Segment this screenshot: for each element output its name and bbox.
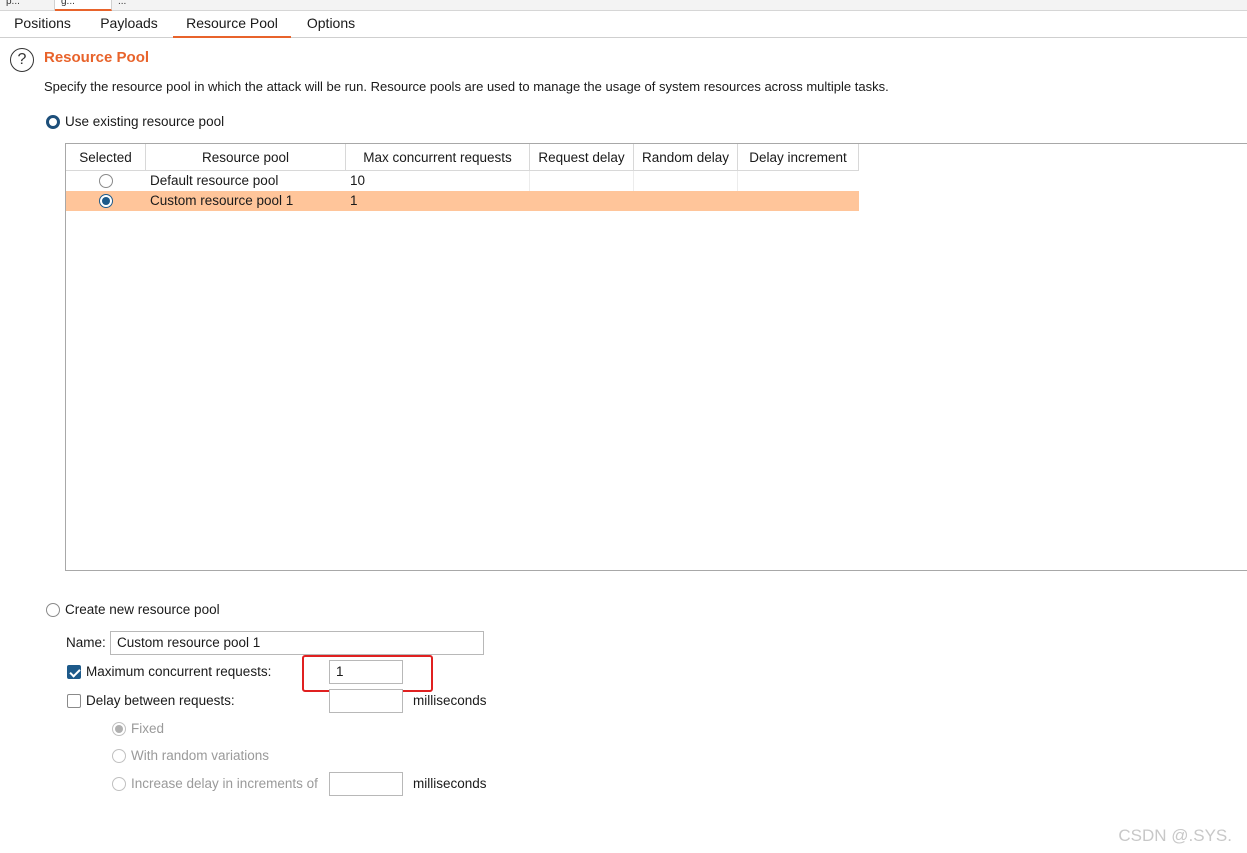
- tab-payloads[interactable]: Payloads: [88, 11, 170, 38]
- use-existing-label[interactable]: Use existing resource pool: [65, 114, 224, 129]
- random-variations-label[interactable]: With random variations: [131, 748, 269, 763]
- tab-options[interactable]: Options: [296, 11, 366, 38]
- cell-delay-increment: [738, 191, 859, 211]
- top-tab-strip: p... g... ...: [0, 0, 1247, 11]
- section-description: Specify the resource pool in which the a…: [44, 79, 889, 94]
- row-select-radio[interactable]: [99, 174, 113, 188]
- fixed-delay-label[interactable]: Fixed: [131, 721, 164, 736]
- tab-resource-pool[interactable]: Resource Pool: [173, 11, 291, 38]
- row-select-radio[interactable]: [99, 194, 113, 208]
- fixed-delay-radio[interactable]: [112, 722, 126, 736]
- table-header: Selected Resource pool Max concurrent re…: [66, 144, 859, 171]
- top-tab-1[interactable]: p...: [0, 0, 55, 11]
- max-concurrent-checkbox[interactable]: [67, 665, 81, 679]
- column-header-resource-pool[interactable]: Resource pool: [146, 144, 346, 170]
- table-row[interactable]: Default resource pool 10: [66, 171, 859, 191]
- cell-random-delay: [634, 191, 738, 211]
- increment-delay-unit: milliseconds: [413, 776, 487, 791]
- attack-tab-bar: Positions Payloads Resource Pool Options: [0, 11, 1247, 38]
- cell-request-delay: [530, 171, 634, 191]
- delay-between-checkbox[interactable]: [67, 694, 81, 708]
- random-variations-radio[interactable]: [112, 749, 126, 763]
- max-concurrent-label[interactable]: Maximum concurrent requests:: [86, 664, 271, 679]
- cell-resource-pool: Custom resource pool 1: [150, 193, 294, 208]
- column-header-max-concurrent[interactable]: Max concurrent requests: [346, 144, 530, 170]
- question-circle-icon[interactable]: ?: [10, 48, 34, 72]
- table-row[interactable]: Custom resource pool 1 1: [66, 191, 859, 211]
- tab-positions[interactable]: Positions: [4, 11, 81, 38]
- create-new-radio[interactable]: [46, 603, 60, 617]
- watermark-text: CSDN @.SYS.: [1118, 826, 1232, 845]
- highlight-box: [302, 655, 433, 692]
- cell-max-concurrent: 1: [350, 193, 358, 208]
- increment-delay-radio[interactable]: [112, 777, 126, 791]
- increment-delay-label[interactable]: Increase delay in increments of: [131, 776, 318, 791]
- column-header-random-delay[interactable]: Random delay: [634, 144, 738, 170]
- create-new-label[interactable]: Create new resource pool: [65, 602, 220, 617]
- delay-between-input[interactable]: [329, 689, 403, 713]
- name-input[interactable]: Custom resource pool 1: [110, 631, 484, 655]
- column-header-request-delay[interactable]: Request delay: [530, 144, 634, 170]
- cell-delay-increment: [738, 171, 859, 191]
- column-header-selected[interactable]: Selected: [66, 144, 146, 170]
- section-title: Resource Pool: [44, 49, 150, 66]
- name-label: Name:: [66, 635, 106, 650]
- cell-resource-pool: Default resource pool: [150, 173, 279, 188]
- top-tab-2[interactable]: g...: [55, 0, 112, 11]
- delay-between-label[interactable]: Delay between requests:: [86, 693, 235, 708]
- column-header-delay-increment[interactable]: Delay increment: [738, 144, 859, 170]
- top-tab-3[interactable]: ...: [112, 0, 152, 11]
- increment-delay-input[interactable]: [329, 772, 403, 796]
- use-existing-radio[interactable]: [46, 115, 60, 129]
- delay-between-unit: milliseconds: [413, 693, 487, 708]
- cell-max-concurrent: 10: [346, 171, 530, 191]
- cell-random-delay: [634, 171, 738, 191]
- resource-pool-table: Selected Resource pool Max concurrent re…: [65, 143, 1247, 571]
- cell-request-delay: [530, 191, 634, 211]
